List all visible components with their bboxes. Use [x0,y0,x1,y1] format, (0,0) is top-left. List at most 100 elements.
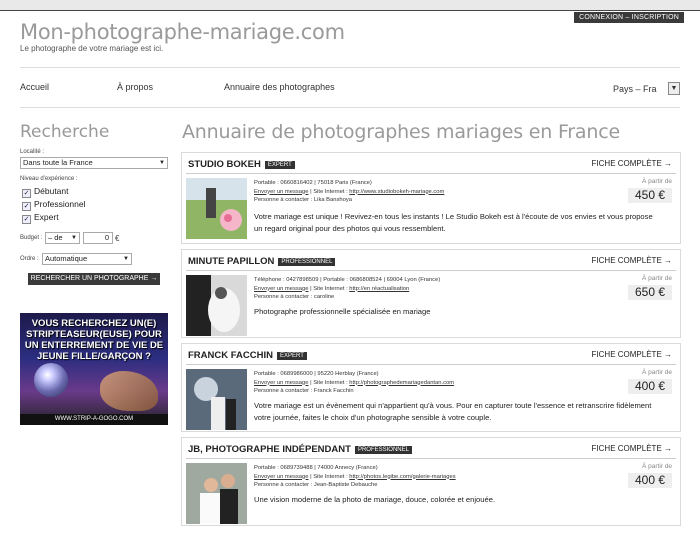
site-separator: | Site Internet : [308,188,350,195]
photographer-card: STUDIO BOKEH EXPERT FICHE COMPLÈTE → Port… [181,152,681,244]
ad-text: VOUS RECHERCHEZ UN(E) STRIPTEASEUR(EUSE)… [24,318,164,362]
niveau-label: Niveau d'expérience : [20,176,78,182]
nav-item-a-propos[interactable]: À propos [117,82,153,92]
checkbox-expert[interactable]: ✓ Expert [22,212,59,224]
header-divider [20,67,680,68]
price: 450 € [628,188,672,203]
price: 650 € [628,285,672,300]
country-dropdown-button[interactable]: ▼ [668,82,680,95]
photographer-photo[interactable] [186,275,247,336]
localite-value: Dans toute la France [23,158,93,167]
card-title[interactable]: FRANCK FACCHIN EXPERT [188,350,307,361]
photographer-photo[interactable] [186,463,247,524]
phone-address: Portable : 0689986000 | 95220 Herblay (F… [254,371,379,377]
ad-url: WWW.STRIP-A-GOGO.COM [20,414,168,425]
website-link[interactable]: http://photographedemariagedantan.com [349,380,454,386]
checkbox-label: Professionnel [34,199,86,209]
ordre-value: Automatique [45,254,88,263]
checkbox-professionnel[interactable]: ✓ Professionnel [22,199,86,211]
nav-divider [20,107,680,108]
price: 400 € [628,379,672,394]
fiche-complete-link[interactable]: FICHE COMPLÈTE → [592,256,672,265]
checkbox-label: Débutant [34,186,69,196]
budget-operator-select[interactable]: – de ▼ [45,232,80,244]
send-message-link[interactable]: Envoyer un message [254,474,308,480]
site-separator: | Site Internet : [308,379,350,386]
price: 400 € [628,473,672,488]
budget-currency: € [115,234,120,243]
website-link[interactable]: http://photos.legibe.com/galerie-mariage… [349,474,455,480]
photographer-photo[interactable] [186,178,247,239]
site-separator: | Site Internet : [308,285,350,292]
ordre-select[interactable]: Automatique ▼ [42,253,132,265]
level-badge: EXPERT [264,161,295,169]
chevron-down-icon: ▼ [159,160,165,166]
contact-info: Portable : 0689739488 | 74000 Annecy (Fr… [254,464,456,490]
photographer-card: JB, PHOTOGRAPHE INDÉPENDANT PROFESSIONNEL… [181,437,681,526]
description: Votre mariage est un évènement qui n'app… [254,401,652,422]
card-title[interactable]: JB, PHOTOGRAPHE INDÉPENDANT PROFESSIONNEL [188,444,412,455]
level-badge: EXPERT [276,352,307,360]
card-divider [186,458,676,459]
photographer-card: FRANCK FACCHIN EXPERT FICHE COMPLÈTE → Po… [181,343,681,432]
price-prefix: À partir de [642,369,672,376]
checkbox-debutant[interactable]: ✓ Débutant [22,186,69,198]
budget-input[interactable]: 0 [83,232,113,244]
photographer-name[interactable]: STUDIO BOKEH [188,159,261,170]
site-title[interactable]: Mon-photographe-mariage.com [20,20,345,44]
photographer-name[interactable]: JB, PHOTOGRAPHE INDÉPENDANT [188,444,351,455]
page-title: Annuaire de photographes mariages en Fra… [182,121,620,143]
contact-info: Portable : 0660816402 | 75018 Paris (Fra… [254,179,444,205]
card-divider [186,173,676,174]
price-prefix: À partir de [642,463,672,470]
card-divider [186,270,676,271]
nav-item-annuaire[interactable]: Annuaire des photographes [224,82,335,92]
ad-banner[interactable]: VOUS RECHERCHEZ UN(E) STRIPTEASEUR(EUSE)… [20,313,168,425]
description: Photographe professionnelle spécialisée … [254,307,431,316]
login-signup-button[interactable]: CONNEXION – INSCRIPTION [574,12,684,23]
photographer-name[interactable]: MINUTE PAPILLON [188,256,274,267]
send-message-link[interactable]: Envoyer un message [254,380,308,386]
dancer-image [100,371,158,411]
checkbox-box[interactable]: ✓ [22,202,31,211]
ordre-label: Ordre : [20,256,39,262]
phone-address: Téléphone : 0427898509 | Portable : 0686… [254,277,441,283]
website-link[interactable]: http://en réactualisation [349,286,409,292]
localite-select[interactable]: Dans toute la France ▼ [20,157,168,169]
search-button[interactable]: RECHERCHER UN PHOTOGRAPHE → [28,273,160,285]
checkbox-box[interactable]: ✓ [22,215,31,224]
nav-item-accueil[interactable]: Accueil [20,82,49,92]
photographer-name[interactable]: FRANCK FACCHIN [188,350,273,361]
contact-info: Portable : 0689986000 | 95220 Herblay (F… [254,370,454,396]
localite-label: Localité : [20,149,45,155]
level-badge: PROFESSIONNEL [354,446,412,454]
send-message-link[interactable]: Envoyer un message [254,286,308,292]
country-select-label[interactable]: Pays – Fra [613,84,657,94]
page: CONNEXION – INSCRIPTION Mon-photographe-… [0,0,700,535]
website-link[interactable]: http://www.studiobokeh-mariage.com [349,189,444,195]
card-title[interactable]: STUDIO BOKEH EXPERT [188,159,295,170]
description: Une vision moderne de la photo de mariag… [254,495,496,504]
contact-person: Personne à contacter : Franck Facchin [254,388,354,394]
site-separator: | Site Internet : [308,473,350,480]
disco-ball-image [34,363,68,397]
level-badge: PROFESSIONNEL [278,258,336,266]
budget-label: Budget : [20,235,43,241]
contact-person: Personne à contacter : Jean-Baptiste Deb… [254,482,378,488]
fiche-complete-link[interactable]: FICHE COMPLÈTE → [592,444,672,453]
contact-info: Téléphone : 0427898509 | Portable : 0686… [254,276,440,302]
send-message-link[interactable]: Envoyer un message [254,189,308,195]
phone-address: Portable : 0660816402 | 75018 Paris (Fra… [254,180,372,186]
checkbox-label: Expert [34,212,59,222]
description: Votre mariage est unique ! Revivez-en to… [254,212,653,233]
photographer-photo[interactable] [186,369,247,430]
chevron-down-icon: ▼ [123,256,129,262]
tagline: Le photographe de votre mariage est ici. [20,44,164,53]
phone-address: Portable : 0689739488 | 74000 Annecy (Fr… [254,465,378,471]
fiche-complete-link[interactable]: FICHE COMPLÈTE → [592,159,672,168]
card-divider [186,364,676,365]
card-title[interactable]: MINUTE PAPILLON PROFESSIONNEL [188,256,336,267]
checkbox-box[interactable]: ✓ [22,189,31,198]
price-prefix: À partir de [642,178,672,185]
fiche-complete-link[interactable]: FICHE COMPLÈTE → [592,350,672,359]
